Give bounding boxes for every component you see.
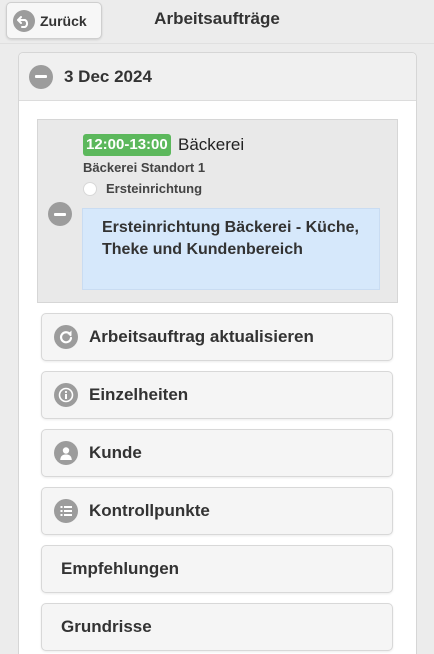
checkpoints-label: Kontrollpunkte	[89, 501, 210, 520]
user-icon	[54, 441, 78, 465]
header-bar: Zurück Arbeitsaufträge	[0, 0, 434, 44]
job-location: Bäckerei Standort 1	[83, 160, 206, 175]
collapse-icon[interactable]	[48, 202, 72, 226]
time-badge: 12:00-13:00	[83, 134, 171, 156]
floor-plans-label: Grundrisse	[61, 617, 152, 636]
customer-button[interactable]: Kunde	[41, 429, 393, 477]
job-type-label: Ersteinrichtung	[106, 181, 203, 196]
job-card[interactable]: 12:00-13:00 Bäckerei Bäckerei Standort 1…	[37, 119, 398, 303]
details-label: Einzelheiten	[89, 385, 189, 404]
recommendations-button[interactable]: Empfehlungen	[41, 545, 393, 593]
job-title: Bäckerei	[178, 135, 245, 154]
floor-plans-button[interactable]: Grundrisse	[41, 603, 393, 651]
customer-label: Kunde	[89, 443, 142, 462]
update-work-order-label: Arbeitsauftrag aktualisieren	[89, 327, 314, 346]
checkpoints-button[interactable]: Kontrollpunkte	[41, 487, 393, 535]
date-section-header[interactable]: 3 Dec 2024	[19, 53, 416, 101]
update-work-order-button[interactable]: Arbeitsauftrag aktualisieren	[41, 313, 393, 361]
date-label: 3 Dec 2024	[64, 66, 152, 86]
radio-dot-icon	[83, 181, 97, 196]
list-icon	[54, 499, 78, 523]
info-icon	[54, 383, 78, 407]
recommendations-label: Empfehlungen	[61, 559, 180, 578]
job-description: Ersteinrichtung Bäckerei - Küche, Theke …	[82, 208, 380, 290]
page-title: Arbeitsaufträge	[154, 9, 280, 28]
refresh-icon	[54, 325, 78, 349]
details-button[interactable]: Einzelheiten	[41, 371, 393, 419]
job-type-row: Ersteinrichtung	[83, 181, 202, 196]
collapse-icon	[29, 64, 53, 89]
